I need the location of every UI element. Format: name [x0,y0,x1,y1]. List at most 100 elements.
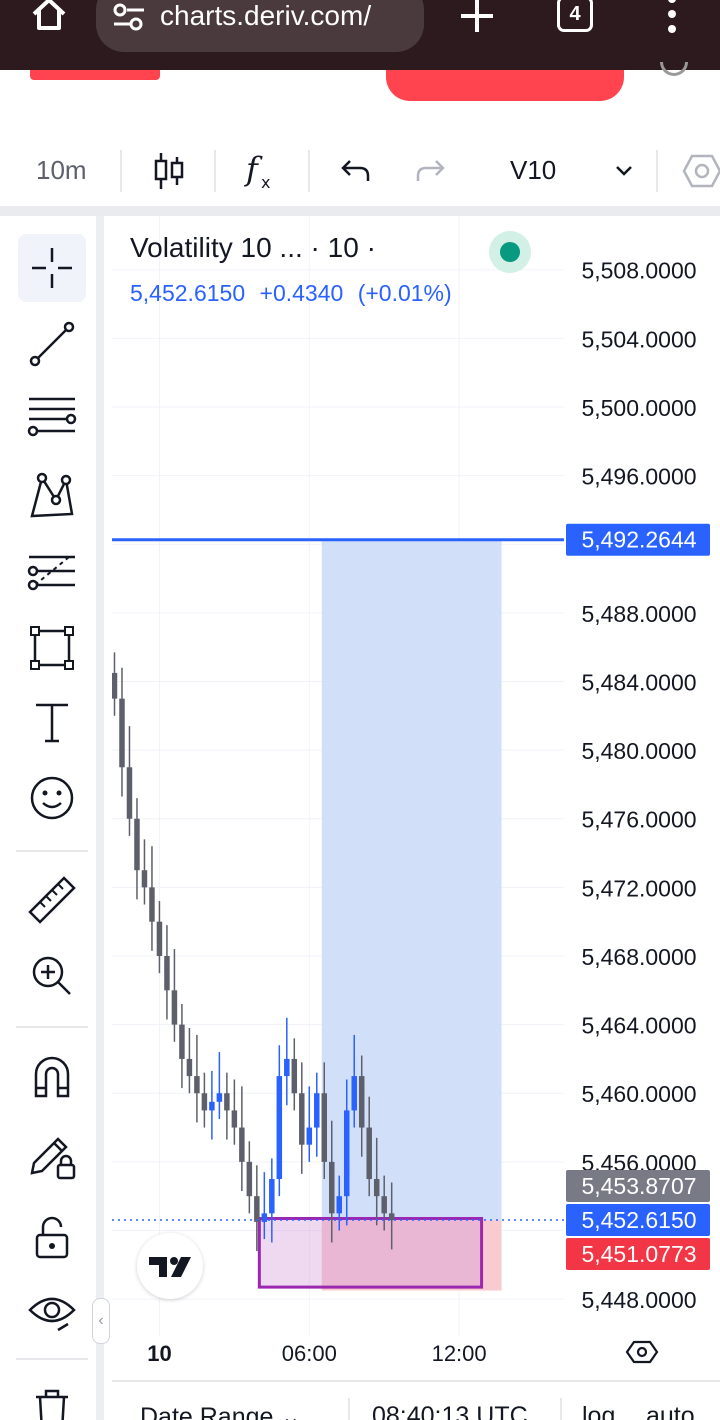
candle-body [134,818,140,871]
candle-body [246,1161,253,1197]
indicators-icon[interactable]: f x [244,150,280,192]
smiley-icon [30,776,74,820]
market-status-indicator[interactable] [489,231,531,273]
address-bar[interactable]: charts.deriv.com/ [96,0,424,52]
emoji-tool[interactable] [18,764,86,832]
price-axis-label: 5,484.0000 [581,669,696,695]
price-axis-label: 5,468.0000 [581,944,696,970]
price-axis-label: 5,460.0000 [581,1081,696,1107]
tradingview-logo[interactable] [137,1233,203,1299]
auto-scale-toggle[interactable]: auto [646,1402,695,1420]
forecast-tool[interactable] [18,538,86,606]
trend-line-tool[interactable] [18,310,86,378]
deriv-logo[interactable] [30,70,160,80]
lock-drawings-tool[interactable] [18,1124,86,1192]
candle-body [269,1179,275,1214]
candle-body [239,1127,245,1162]
candle-body [306,1127,313,1145]
new-tab-icon[interactable] [457,0,497,36]
candle-body [351,1076,357,1111]
tool-divider [16,1358,88,1360]
tab-switcher-button[interactable]: 4 [557,0,593,32]
pencil-lock-icon [30,1137,76,1180]
time-axis-label: 12:00 [432,1341,487,1366]
chart-area[interactable]: 5,508.0000 5,504.0000 5,500.0000 5,496.0000… [112,216,720,1420]
pattern-icon [30,472,74,518]
crosshair-icon [32,248,72,288]
unlock-icon [35,1216,69,1259]
more-options-icon[interactable] [662,0,682,34]
bottom-divider [348,1398,350,1420]
drawing-toolbar [0,216,104,1420]
interval-selector[interactable]: 10m [36,155,87,186]
candle-body [284,1058,290,1077]
settings-icon[interactable] [682,152,720,190]
measure-tool[interactable] [18,866,86,934]
candles-icon[interactable] [153,151,185,191]
date-range-button[interactable]: Date Range ⌄ [140,1402,301,1420]
header-action-button[interactable] [386,70,624,101]
hide-drawings-tool[interactable] [18,1280,86,1348]
ruler-icon [28,876,76,924]
magnet-tool[interactable] [18,1044,86,1112]
rectangle-tool[interactable] [18,614,86,682]
price-axis-label: 5,504.0000 [581,326,696,352]
time-axis-label: 06:00 [282,1341,337,1366]
candle-body [366,1127,372,1180]
axis-settings-icon[interactable] [625,1340,659,1364]
candle-body [373,1179,380,1197]
candle-body [299,1093,305,1145]
price-axis-label: 5,480.0000 [581,738,696,764]
forecast-icon [27,555,75,591]
candle-body [343,1110,350,1197]
toolbar-divider [214,150,216,192]
candle-body [329,1161,335,1214]
bottom-divider [560,1398,562,1420]
remove-drawings-tool[interactable] [18,1376,86,1420]
trash-icon [36,1389,68,1420]
candle-body [149,887,155,922]
utc-clock[interactable]: 08:40:13 UTC [372,1402,528,1420]
log-scale-toggle[interactable]: log [582,1402,615,1420]
candle-body [231,1110,238,1128]
price-axis-label: 5,464.0000 [581,1013,696,1039]
toolbar-divider [308,150,310,192]
price-axis-label: 5,496.0000 [581,464,696,490]
crosshair-tool[interactable] [18,234,86,302]
legend-values: 5,452.6150 +0.4340 (+0.01%) [130,280,460,307]
url-text[interactable]: charts.deriv.com/ [160,0,416,32]
redo-icon[interactable] [414,157,446,185]
candle-body [336,1196,342,1214]
candle-body [186,1058,193,1077]
price-axis-label: 5,500.0000 [581,395,696,421]
candle-body [291,1058,298,1094]
collapse-toolbar-button[interactable]: ‹ [92,1298,110,1344]
candle-body [358,1076,365,1128]
undo-icon[interactable] [340,157,372,185]
symbol-title[interactable]: Volatility 10 ... · 10 · [130,232,376,264]
axis-settings-icon-center [636,1346,648,1358]
fib-retracement-tool[interactable] [18,382,86,450]
symbol-selector[interactable]: V10 [510,155,556,186]
text-icon [36,703,68,743]
lock-all-tool[interactable] [18,1204,86,1272]
toolbar-separator-band [0,206,720,216]
chevron-down-icon[interactable] [614,162,634,178]
tradingview-logo-icon [149,1257,191,1277]
toolbar-divider [120,150,122,192]
candle-body [314,1093,320,1128]
site-settings-icon[interactable] [112,2,146,32]
zoom-in-tool[interactable] [18,942,86,1010]
candle-body [254,1196,260,1222]
candle-body [141,870,148,888]
candle-body [179,1024,185,1059]
text-tool[interactable] [18,688,86,756]
candle-body [388,1213,395,1221]
eye-icon [28,1297,76,1332]
candle-body [171,990,178,1025]
price-label-text-stop: 5,451.0773 [581,1241,696,1267]
pattern-tool[interactable] [18,462,86,530]
price-chart[interactable]: 5,508.0000 5,504.0000 5,500.0000 5,496.0000… [112,216,720,1420]
candle-body [156,921,163,956]
home-icon[interactable] [28,0,70,36]
